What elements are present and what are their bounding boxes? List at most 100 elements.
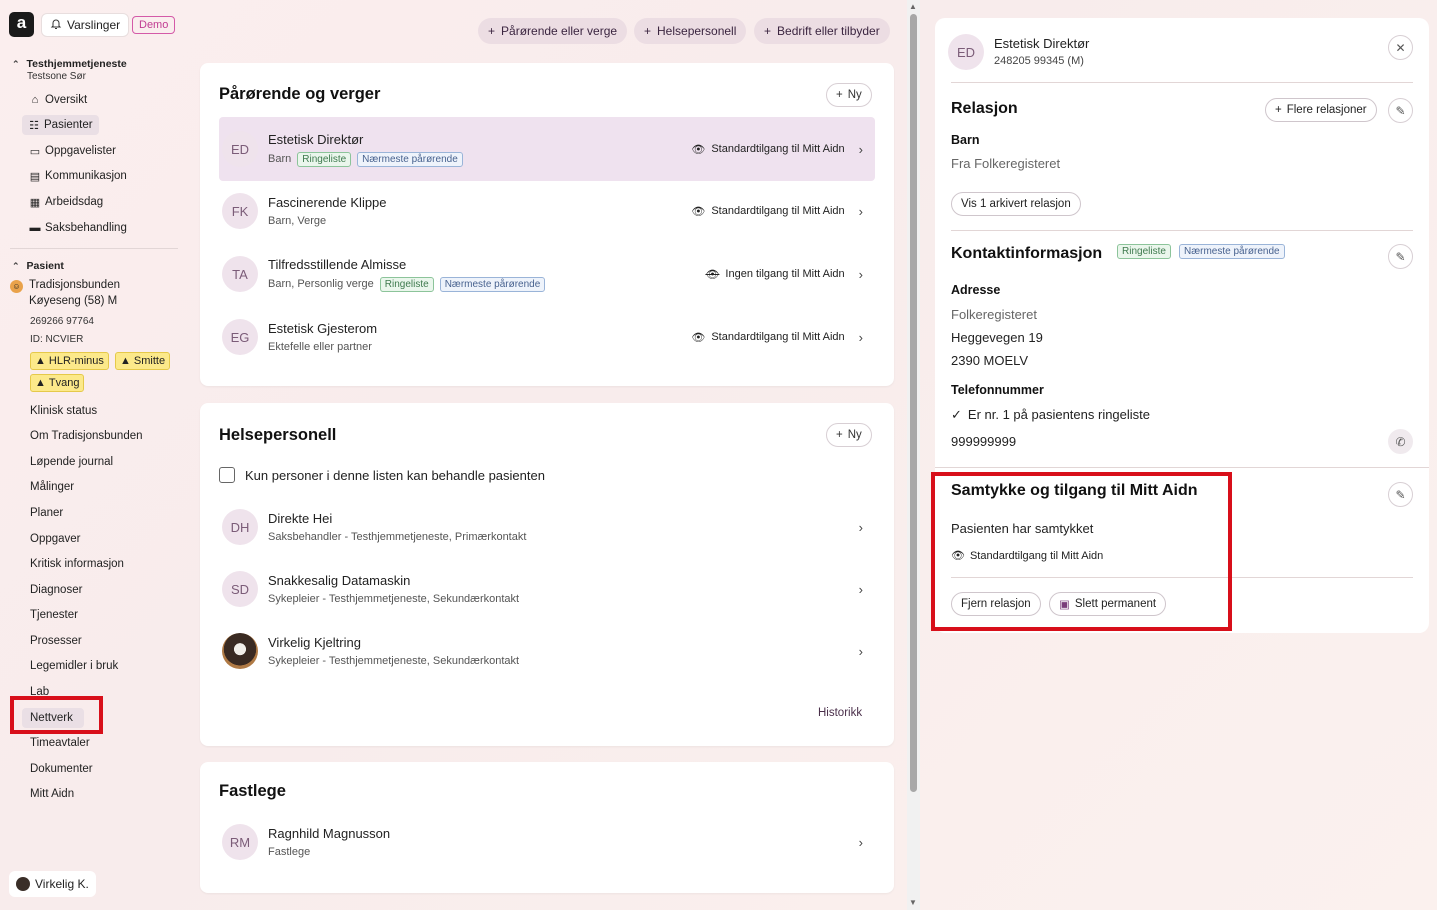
nav-item-tjenester[interactable]: Tjenester: [30, 605, 78, 625]
edit-consent-button[interactable]: ✎: [1388, 482, 1413, 507]
nav-item-dokumenter[interactable]: Dokumenter: [30, 759, 93, 779]
chevron-right-icon: ›: [858, 519, 863, 535]
add-company-button[interactable]: + Bedrift eller tilbyder: [754, 18, 890, 44]
relative-row[interactable]: ED Estetisk Direktør Barn Ringeliste Nærme…: [219, 117, 875, 181]
nav-item-kommunikasjon[interactable]: ▤ Kommunikasjon: [29, 166, 127, 186]
user-avatar: [16, 877, 30, 891]
calendar-icon: ▦: [29, 196, 41, 209]
add-relative-button[interactable]: + Pårørende eller verge: [478, 18, 628, 44]
history-link[interactable]: Historikk: [818, 707, 862, 719]
health-row[interactable]: DH Direkte Hei Saksbehandler - Testhjemm…: [219, 495, 875, 559]
nav-item-diagnoser[interactable]: Diagnoser: [30, 580, 82, 600]
close-button[interactable]: ✕: [1388, 35, 1413, 60]
avatar: TA: [222, 256, 258, 292]
gp-title: Fastlege: [219, 782, 286, 800]
people-icon: ☷: [29, 119, 39, 132]
exclusive-checkbox[interactable]: [219, 467, 235, 483]
more-relations-button[interactable]: + Flere relasjoner: [1265, 98, 1377, 122]
row-sub: Barn, Verge: [268, 215, 327, 227]
patient-section-label: Pasient: [26, 260, 64, 272]
nav-item-oversikt[interactable]: ⌂ Oversikt: [29, 90, 88, 110]
new-health-personnel-button[interactable]: + Ny: [826, 423, 872, 447]
gp-row[interactable]: RM Ragnhild Magnusson Fastlege ›: [219, 810, 875, 874]
exclusive-treatment-option[interactable]: Kun personer i denne listen kan behandle…: [219, 467, 545, 483]
row-name: Ragnhild Magnusson: [268, 826, 391, 841]
nav-item-kritisk-informasjon[interactable]: Kritisk informasjon: [30, 554, 124, 574]
button-label: Pårørende eller verge: [501, 24, 618, 38]
chevron-right-icon: ›: [858, 581, 863, 597]
warning-badge-tvang[interactable]: ▲ Tvang: [30, 374, 85, 392]
phone-icon: ✆: [1395, 434, 1406, 449]
nav-item-timeavtaler[interactable]: Timeavtaler: [30, 733, 90, 753]
nav-item-malinger[interactable]: Målinger: [30, 477, 74, 497]
button-label: Ny: [847, 429, 862, 441]
aidn-logo[interactable]: a: [9, 12, 34, 37]
avatar: ED: [222, 131, 258, 167]
edit-contact-button[interactable]: ✎: [1388, 244, 1413, 269]
nav-item-prosesser[interactable]: Prosesser: [30, 631, 82, 651]
avatar: DH: [222, 509, 258, 545]
org-section-header[interactable]: ⌃ Testhjemmetjeneste: [12, 58, 127, 70]
nav-item-pasienter[interactable]: ☷ Pasienter: [22, 115, 99, 135]
patient-name-line2: Køyeseng (58) M: [29, 295, 118, 307]
show-archived-button[interactable]: Vis 1 arkivert relasjon: [951, 192, 1081, 216]
nav-item-om[interactable]: Om Tradisjonsbunden: [30, 426, 143, 446]
plus-icon: +: [488, 24, 496, 38]
scroll-up-icon[interactable]: ▲: [909, 2, 917, 11]
new-relative-button[interactable]: + Ny: [826, 83, 872, 107]
address-source: Folkeregisteret: [951, 307, 1037, 322]
avatar: FK: [222, 193, 258, 229]
relative-row[interactable]: FK Fascinerende Klippe Barn, Verge 👁 Stan…: [219, 179, 875, 243]
add-health-personnel-button[interactable]: + Helsepersonell: [634, 18, 747, 44]
warning-label: Smitte: [133, 355, 166, 367]
relative-row[interactable]: EG Estetisk Gjesterom Ektefelle eller pa…: [219, 305, 875, 369]
row-name: Tilfredsstillende Almisse: [268, 256, 407, 272]
nav-item-label: Arbeidsdag: [45, 196, 104, 208]
health-row[interactable]: Virkelig Kjeltring Sykepleier - Testhjem…: [219, 619, 875, 683]
nav-item-klinisk-status[interactable]: Klinisk status: [30, 401, 97, 421]
health-row[interactable]: SD Snakkesalig Datamaskin Sykepleier - T…: [219, 557, 875, 621]
nav-item-saksbehandling[interactable]: ▬ Saksbehandling: [29, 218, 127, 238]
scrollbar-thumb[interactable]: [910, 14, 917, 792]
relatives-title: Pårørende og verger: [219, 85, 381, 103]
patient-number: 269266 97764: [30, 316, 94, 327]
call-button[interactable]: ✆: [1388, 429, 1413, 454]
warning-badge-hlr[interactable]: ▲ HLR-minus: [30, 352, 109, 370]
demo-badge: Demo: [132, 16, 176, 34]
address-label: Adresse: [951, 283, 1001, 297]
row-name: Fascinerende Klippe: [268, 195, 387, 210]
divider: [935, 467, 1429, 468]
relative-row[interactable]: TA Tilfredsstillende Almisse Barn, Perso…: [219, 242, 875, 306]
notifications-label: Varslinger: [67, 18, 121, 32]
row-sub: Sykepleier - Testhjemmetjeneste, Sekundæ…: [268, 593, 520, 605]
tag-ringeliste: Ringeliste: [379, 276, 434, 292]
scroll-down-icon[interactable]: ▼: [909, 898, 917, 907]
plus-icon: +: [836, 89, 843, 101]
row-sub: Sykepleier - Testhjemmetjeneste, Sekundæ…: [268, 655, 520, 667]
nav-item-mitt-aidn[interactable]: Mitt Aidn: [30, 784, 74, 804]
nav-item-nettverk[interactable]: Nettverk: [22, 708, 84, 728]
notifications-button[interactable]: Varslinger: [41, 13, 130, 37]
chevron-up-icon: ⌃: [12, 58, 20, 69]
warning-badge-smitte[interactable]: ▲ Smitte: [115, 352, 171, 370]
relation-type: Barn: [951, 133, 980, 147]
patient-section-header[interactable]: ⌃ Pasient: [12, 260, 64, 272]
pencil-icon: ✎: [1395, 103, 1406, 118]
button-label: Helsepersonell: [657, 24, 737, 38]
relation-title: Relasjon: [951, 100, 1018, 117]
pencil-icon: ✎: [1395, 249, 1406, 264]
nav-item-arbeidsdag[interactable]: ▦ Arbeidsdag: [29, 192, 103, 212]
nav-item-lopende-journal[interactable]: Løpende journal: [30, 452, 113, 472]
phone-number: 999999999: [951, 434, 1017, 449]
nav-item-oppgaver[interactable]: Oppgaver: [30, 529, 81, 549]
nav-item-legemidler[interactable]: Legemidler i bruk: [30, 656, 118, 676]
user-menu-button[interactable]: Virkelig K.: [9, 871, 96, 897]
edit-relation-button[interactable]: ✎: [1388, 98, 1413, 123]
nav-divider: [10, 248, 178, 249]
patient-avatar: ☺: [10, 280, 23, 293]
warning-icon: ▲: [35, 355, 46, 367]
nav-item-oppgavelister[interactable]: ▭ Oppgavelister: [29, 141, 116, 161]
nav-item-planer[interactable]: Planer: [30, 503, 63, 523]
plus-icon: +: [764, 24, 772, 38]
phone-label: Telefonnummer: [951, 383, 1044, 397]
